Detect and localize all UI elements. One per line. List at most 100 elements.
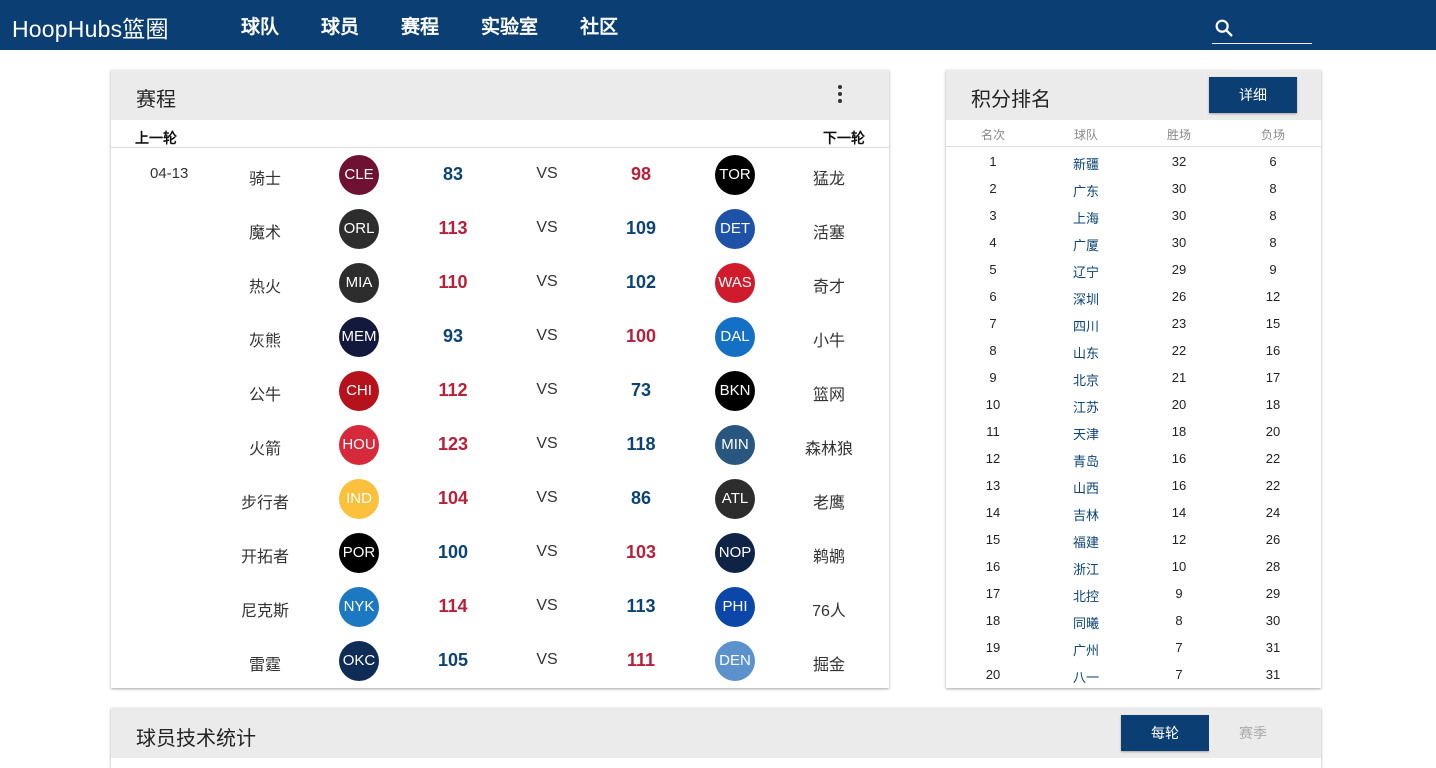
away-team-name[interactable]: 小牛	[789, 327, 869, 351]
away-team-name[interactable]: 活塞	[789, 219, 869, 243]
team-link[interactable]: 广东	[1046, 181, 1126, 200]
game-row[interactable]: 灰熊 MEM 93 VS 100 DAL 小牛	[111, 310, 889, 364]
home-score: 93	[442, 326, 464, 346]
home-team-logo[interactable]: MEM	[339, 317, 379, 357]
home-team-name[interactable]: 火箭	[225, 435, 305, 459]
home-team-logo[interactable]: MIA	[339, 263, 379, 303]
away-team-logo[interactable]: NOP	[715, 533, 755, 573]
away-team-logo[interactable]: ATL	[715, 479, 755, 519]
team-link[interactable]: 同曦	[1046, 613, 1126, 632]
away-team-name[interactable]: 森林狼	[789, 435, 869, 459]
away-team-logo[interactable]: TOR	[715, 155, 755, 195]
away-team-logo[interactable]: WAS	[715, 263, 755, 303]
away-team-name[interactable]: 鹈鹕	[789, 543, 869, 567]
header-rank: 名次	[980, 128, 1005, 142]
away-team-logo[interactable]: DEN	[715, 641, 755, 681]
home-team-name[interactable]: 灰熊	[225, 327, 305, 351]
game-row[interactable]: 火箭 HOU 123 VS 118 MIN 森林狼	[111, 418, 889, 472]
vs-label: VS	[536, 597, 558, 614]
home-team-name[interactable]: 雷霆	[225, 651, 305, 675]
team-link[interactable]: 江苏	[1046, 397, 1126, 416]
nav-item-players[interactable]: 球员	[300, 0, 380, 50]
home-team-logo[interactable]: ORL	[339, 209, 379, 249]
home-team-name[interactable]: 公牛	[225, 381, 305, 405]
home-team-name[interactable]: 步行者	[225, 489, 305, 513]
losses-cell: 6	[1269, 154, 1277, 169]
team-link[interactable]: 北京	[1046, 370, 1126, 389]
home-team-logo[interactable]: NYK	[339, 587, 379, 627]
home-team-logo[interactable]: CLE	[339, 155, 379, 195]
away-score: 73	[630, 380, 652, 400]
team-link[interactable]: 深圳	[1046, 289, 1126, 308]
game-row[interactable]: 04-13 骑士 CLE 83 VS 98 TOR 猛龙	[111, 148, 889, 202]
search-icon[interactable]	[1213, 17, 1235, 39]
team-link[interactable]: 上海	[1046, 208, 1126, 227]
rank-cell: 6	[989, 289, 997, 304]
game-row[interactable]: 魔术 ORL 113 VS 109 DET 活塞	[111, 202, 889, 256]
away-team-name[interactable]: 篮网	[789, 381, 869, 405]
game-row[interactable]: 公牛 CHI 112 VS 73 BKN 篮网	[111, 364, 889, 418]
game-row[interactable]: 步行者 IND 104 VS 86 ATL 老鹰	[111, 472, 889, 526]
home-team-name[interactable]: 热火	[225, 273, 305, 297]
team-link[interactable]: 八一	[1046, 667, 1126, 686]
team-link[interactable]: 山西	[1046, 478, 1126, 497]
away-team-logo[interactable]: BKN	[715, 371, 755, 411]
game-row[interactable]: 开拓者 POR 100 VS 103 NOP 鹈鹕	[111, 526, 889, 580]
away-score: 98	[630, 164, 652, 184]
team-link[interactable]: 新疆	[1046, 154, 1126, 173]
away-team-logo[interactable]: MIN	[715, 425, 755, 465]
nav-item-lab[interactable]: 实验室	[460, 0, 559, 50]
away-team-name[interactable]: 老鹰	[789, 489, 869, 513]
team-link[interactable]: 北控	[1046, 586, 1126, 605]
game-row[interactable]: 尼克斯 NYK 114 VS 113 PHI 76人	[111, 580, 889, 634]
home-team-logo[interactable]: HOU	[339, 425, 379, 465]
away-team-name[interactable]: 奇才	[789, 273, 869, 297]
losses-cell: 26	[1265, 532, 1281, 547]
standings-row: 18 同曦 8 30	[946, 607, 1321, 634]
team-link[interactable]: 辽宁	[1046, 262, 1126, 281]
standings-row: 3 上海 30 8	[946, 202, 1321, 229]
tab-per-round[interactable]: 每轮	[1121, 715, 1209, 751]
home-team-logo[interactable]: OKC	[339, 641, 379, 681]
nav-item-community[interactable]: 社区	[559, 0, 639, 50]
wins-cell: 30	[1171, 208, 1187, 223]
team-link[interactable]: 广厦	[1046, 235, 1126, 254]
away-team-logo[interactable]: DET	[715, 209, 755, 249]
nav-item-schedule[interactable]: 赛程	[380, 0, 460, 50]
team-link[interactable]: 山东	[1046, 343, 1126, 362]
away-team-logo[interactable]: DAL	[715, 317, 755, 357]
away-team-name[interactable]: 猛龙	[789, 165, 869, 189]
team-link[interactable]: 浙江	[1046, 559, 1126, 578]
home-team-logo[interactable]: CHI	[339, 371, 379, 411]
tab-season[interactable]: 赛季	[1209, 715, 1297, 751]
team-link[interactable]: 四川	[1046, 316, 1126, 335]
vs-label: VS	[536, 651, 558, 668]
home-team-name[interactable]: 魔术	[225, 219, 305, 243]
home-team-name[interactable]: 尼克斯	[225, 597, 305, 621]
prev-round-link[interactable]: 上一轮	[135, 128, 177, 148]
nav-item-teams[interactable]: 球队	[220, 0, 300, 50]
standings-detail-button[interactable]: 详细	[1209, 77, 1297, 113]
game-row[interactable]: 雷霆 OKC 105 VS 111 DEN 掘金	[111, 634, 889, 688]
game-row[interactable]: 热火 MIA 110 VS 102 WAS 奇才	[111, 256, 889, 310]
home-team-name[interactable]: 开拓者	[225, 543, 305, 567]
search-box	[1212, 14, 1312, 44]
more-vert-icon[interactable]	[831, 85, 849, 105]
home-team-logo[interactable]: IND	[339, 479, 379, 519]
losses-cell: 15	[1265, 316, 1281, 331]
away-team-name[interactable]: 76人	[789, 597, 869, 621]
team-link[interactable]: 天津	[1046, 424, 1126, 443]
home-team-logo[interactable]: POR	[339, 533, 379, 573]
team-link[interactable]: 青岛	[1046, 451, 1126, 470]
brand-logo[interactable]: HoopHubs篮圈	[12, 10, 169, 44]
team-link[interactable]: 吉林	[1046, 505, 1126, 524]
away-team-name[interactable]: 掘金	[789, 651, 869, 675]
home-team-name[interactable]: 骑士	[225, 165, 305, 189]
team-link[interactable]: 广州	[1046, 640, 1126, 659]
away-team-logo[interactable]: PHI	[715, 587, 755, 627]
search-input[interactable]	[1240, 16, 1310, 40]
standings-row: 9 北京 21 17	[946, 364, 1321, 391]
next-round-link[interactable]: 下一轮	[823, 128, 865, 148]
team-link[interactable]: 福建	[1046, 532, 1126, 551]
home-score: 110	[438, 272, 468, 292]
